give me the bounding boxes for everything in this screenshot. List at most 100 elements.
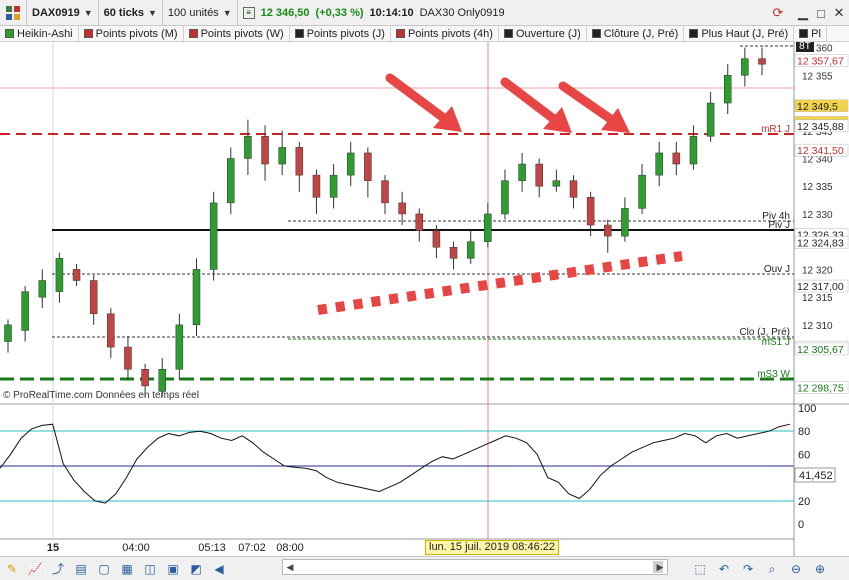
candle-body <box>586 197 595 226</box>
indicator-legend-item[interactable]: Ouverture (J) <box>499 26 587 41</box>
ticks-selector[interactable]: 60 ticks ▼ <box>99 0 163 26</box>
candle-body <box>55 258 64 292</box>
ticks-label: 60 ticks <box>103 6 144 19</box>
indicator-legend-item[interactable]: Heikin-Ashi <box>0 26 79 41</box>
indicator-color-swatch <box>83 29 93 38</box>
candle-body <box>672 152 681 165</box>
indicator-color-swatch <box>503 29 513 38</box>
indicator-legend-item[interactable]: Pl <box>794 26 827 41</box>
share-icon[interactable]: ⤴ <box>48 559 68 579</box>
redo-icon[interactable]: ↷ <box>738 559 758 579</box>
indicator-label: Plus Haut (J, Pré) <box>701 27 789 40</box>
draw-tool-icon[interactable]: ✎ <box>2 559 22 579</box>
instrument-selector[interactable]: DAX0919 ▼ <box>27 0 99 26</box>
indicator-legend-item[interactable]: Points pivots (W) <box>184 26 290 41</box>
candle-body <box>278 147 286 165</box>
indicator-color-swatch <box>5 29 14 38</box>
indicator-label: Points pivots (J) <box>306 27 385 40</box>
refresh-icon[interactable]: ⟳ <box>769 4 787 22</box>
candle-body <box>72 269 81 281</box>
layout-icon[interactable]: ▤ <box>71 559 91 579</box>
candle-body <box>569 180 578 198</box>
back-icon[interactable]: ◀ <box>209 559 229 579</box>
candle-body <box>89 280 98 315</box>
fit-icon[interactable]: ⬚ <box>690 559 710 579</box>
zoom-fit-icon[interactable]: ⌕ <box>762 559 782 579</box>
strategy-icon[interactable]: ▣ <box>163 559 183 579</box>
candle-body <box>604 224 612 237</box>
zoom-in-icon[interactable]: ⊕ <box>810 559 830 579</box>
minimize-button[interactable]: ▁ <box>794 4 812 22</box>
objects-icon[interactable]: ▦ <box>117 559 137 579</box>
app-icon-cell <box>0 0 27 26</box>
maximize-button[interactable]: □ <box>812 4 830 22</box>
chart-background <box>0 42 849 556</box>
zoom-out-icon[interactable]: ⊖ <box>786 559 806 579</box>
price-badge-label: 12 345,88 <box>797 121 844 133</box>
indicator-legend-item[interactable]: Points pivots (M) <box>79 26 184 41</box>
indicator-label: Pl <box>811 27 821 40</box>
candle-body <box>209 202 218 270</box>
oscillator-tick-label: 20 <box>798 496 810 508</box>
time-tick-label: 05:13 <box>198 542 226 554</box>
candle-body <box>329 174 338 198</box>
price-tick-label: 12 330 <box>802 210 833 221</box>
instrument-label: DAX0919 <box>32 6 80 19</box>
chevron-down-icon: ▼ <box>148 7 157 18</box>
candle-body <box>124 346 132 370</box>
time-tick-label: 04:00 <box>122 542 150 554</box>
scroll-right-arrow[interactable]: ▶ <box>653 560 667 574</box>
time-tick-label: 07:02 <box>238 542 266 554</box>
price-tick-label: 12 320 <box>802 265 833 276</box>
price-tick-label: 12 335 <box>802 182 833 193</box>
ms1-label: mS1 J <box>762 337 790 348</box>
close-button[interactable]: ✕ <box>830 4 848 22</box>
indicator-color-swatch <box>294 29 304 38</box>
indicator-legend-item[interactable]: Plus Haut (J, Pré) <box>684 26 795 41</box>
candle-body <box>415 213 424 231</box>
price-chart[interactable]: mR1 J Piv 4h Piv J Ouv J Clo (J, Pré) mS… <box>0 42 849 556</box>
candle-body <box>364 152 372 181</box>
indicator-legend-item[interactable]: Points pivots (J) <box>290 26 391 41</box>
candle-body <box>21 291 29 331</box>
price-badge-label: 12 341,50 <box>797 145 844 157</box>
ouv-label: Ouv J <box>764 264 790 275</box>
window-icon[interactable]: ▢ <box>94 559 114 579</box>
candle-body <box>655 152 663 176</box>
mr1-label: mR1 J <box>761 124 790 135</box>
quote-cell: ≡ 12 346,50 (+0,33 %) 10:14:10 DAX30 Onl… <box>238 0 510 26</box>
candle-body <box>621 208 629 237</box>
price-tick-label: 12 315 <box>802 293 833 304</box>
indicator-icon[interactable]: ◫ <box>140 559 160 579</box>
indicator-legend-item[interactable]: Points pivots (4h) <box>391 26 499 41</box>
oscillator-tick-label: 60 <box>798 449 810 461</box>
oscillator-tick-label: 0 <box>798 519 804 531</box>
price-badge-label: 12 324,83 <box>797 238 844 250</box>
chevron-down-icon: ▼ <box>222 7 232 18</box>
line-chart-icon[interactable]: 📈 <box>25 559 45 579</box>
scroll-left-arrow[interactable]: ◀ <box>283 560 297 574</box>
candle-body <box>758 58 766 65</box>
top-toolbar: DAX0919 ▼ 60 ticks ▼ 100 unités ▼ ≡ 12 346,… <box>0 0 849 26</box>
watermark-text: © ProRealTime.com Données en temps réel <box>3 390 199 401</box>
price-change: (+0,33 %) <box>315 6 364 19</box>
candle-body <box>484 213 492 242</box>
undo-icon[interactable]: ↶ <box>714 559 734 579</box>
candle-body <box>741 58 749 76</box>
candle-body <box>723 75 732 104</box>
oscillator-tick-label: 80 <box>798 426 810 438</box>
horizontal-scrollbar[interactable]: ◀ ▶ <box>282 559 668 575</box>
instrument-title: DAX30 Only0919 <box>419 6 505 19</box>
quote-icon: ≡ <box>242 6 255 19</box>
indicator-label: Points pivots (4h) <box>407 27 493 40</box>
indicator-label: Ouverture (J) <box>515 27 581 40</box>
units-selector[interactable]: 100 unités ▼ <box>163 0 238 26</box>
indicator-label: Heikin-Ashi <box>17 27 73 40</box>
indicator-legend-bar: Heikin-Ashi Points pivots (M) Points pivot… <box>0 26 849 42</box>
alert-icon[interactable]: ◩ <box>186 559 206 579</box>
candle-body <box>227 158 235 204</box>
candle-body <box>689 136 698 165</box>
indicator-color-swatch <box>799 29 809 38</box>
candle-body <box>706 102 715 137</box>
indicator-legend-item[interactable]: Clôture (J, Pré) <box>587 26 685 41</box>
